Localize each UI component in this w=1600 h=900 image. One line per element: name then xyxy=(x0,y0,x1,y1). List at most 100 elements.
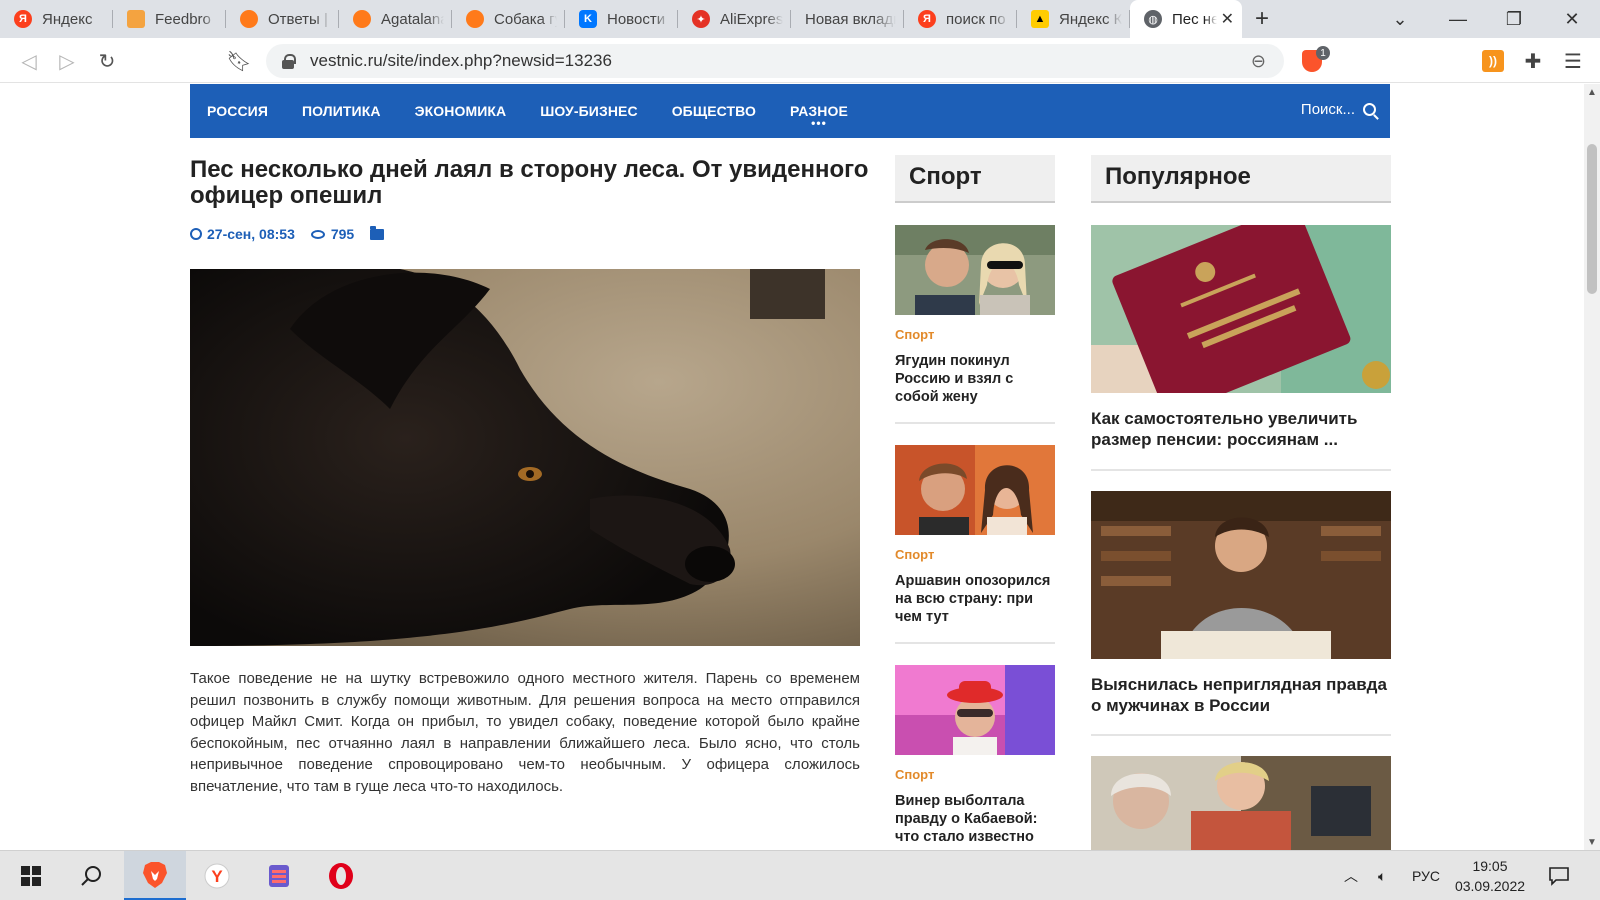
article-title: Пес несколько дней лаял в сторону леса. … xyxy=(190,156,869,209)
folder-icon[interactable] xyxy=(370,225,385,240)
action-center-button[interactable] xyxy=(1548,851,1570,900)
tab-new[interactable]: Новая вкладк xyxy=(791,0,904,38)
windows-icon xyxy=(21,866,41,886)
yandex-kartinki-icon: ▲ xyxy=(1031,10,1049,28)
brave-icon xyxy=(143,861,167,888)
taskbar-yandex-browser[interactable]: Y xyxy=(186,851,248,900)
search-icon xyxy=(81,866,101,886)
article-date: 27-сен, 08:53 xyxy=(207,226,295,242)
scroll-down-icon[interactable]: ▼ xyxy=(1584,834,1600,850)
clock-icon xyxy=(190,228,202,240)
popular-item[interactable]: Выяснилась неприглядная правда о мужчина… xyxy=(1091,491,1391,716)
sport-item[interactable]: Спорт Ягудин покинул Россию и взял с соб… xyxy=(895,225,1055,406)
rss-icon[interactable]: )) xyxy=(1482,50,1504,72)
sport-item-title[interactable]: Аршавин опозорился на всю страну: при че… xyxy=(895,572,1055,626)
sport-item-title[interactable]: Ягудин покинул Россию и взял с собой жен… xyxy=(895,352,1055,406)
vk-icon: K xyxy=(579,10,597,28)
back-button[interactable]: ◁ xyxy=(14,46,44,76)
new-tab-button[interactable]: + xyxy=(1242,0,1282,38)
sport-heading: Спорт xyxy=(895,155,1055,203)
popular-item-image[interactable] xyxy=(1091,491,1391,659)
tab-sobaka[interactable]: Собака гу xyxy=(452,0,565,38)
restore-button[interactable]: ❐ xyxy=(1486,0,1542,38)
tab-otvety[interactable]: Ответы | Г xyxy=(226,0,339,38)
zoom-icon[interactable]: ⊖ xyxy=(1251,51,1266,72)
taskbar-search-button[interactable] xyxy=(60,851,122,900)
popular-item[interactable] xyxy=(1091,756,1391,850)
scroll-up-icon[interactable]: ▲ xyxy=(1584,84,1600,100)
forward-button[interactable]: ▷ xyxy=(52,46,82,76)
popular-item[interactable]: Как самостоятельно увеличить размер пенс… xyxy=(1091,225,1391,450)
speaker-icon: 🔈︎ xyxy=(1378,867,1387,884)
page-scrollbar[interactable]: ▲ ▼ xyxy=(1584,84,1600,850)
popular-item-title[interactable]: Как самостоятельно увеличить размер пенс… xyxy=(1091,409,1391,450)
nav-ekonomika[interactable]: ЭКОНОМИКА xyxy=(415,103,507,119)
tab-yandex[interactable]: Я Яндекс xyxy=(0,0,113,38)
sport-item-category[interactable]: Спорт xyxy=(895,767,1055,782)
site-search-placeholder: Поиск... xyxy=(1300,101,1355,118)
address-bar[interactable]: vestnic.ru/site/index.php?newsid=13236 ⊖ xyxy=(266,44,1284,78)
tab-feedbro[interactable]: Feedbro xyxy=(113,0,226,38)
taskbar-notes-app[interactable] xyxy=(248,851,310,900)
scroll-thumb[interactable] xyxy=(1587,144,1597,294)
article-views: 795 xyxy=(330,226,355,242)
sport-item[interactable]: Спорт Аршавин опозорился на всю страну: … xyxy=(895,445,1055,626)
taskbar-opera[interactable] xyxy=(310,851,372,900)
bookmark-icon: 🔖︎ xyxy=(226,50,252,73)
eye-icon xyxy=(310,229,325,239)
tab-yandex-search[interactable]: Япоиск по xyxy=(904,0,1017,38)
sport-item-image[interactable] xyxy=(895,445,1055,535)
tab-agatalana[interactable]: Agatalana xyxy=(339,0,452,38)
yandex-icon: Я xyxy=(14,10,32,28)
popular-heading: Популярное xyxy=(1091,155,1391,203)
minimize-icon: — xyxy=(1449,8,1467,29)
windows-taskbar: Y ︿ 🔈︎ РУС 19:05 03.09.2022 xyxy=(0,850,1600,900)
bookmark-button[interactable]: 🔖︎ xyxy=(224,46,254,76)
volume-button[interactable]: 🔈︎ xyxy=(1378,851,1386,900)
popular-item-image[interactable] xyxy=(1091,756,1391,850)
taskbar-brave[interactable] xyxy=(124,851,186,900)
nav-raznoe[interactable]: РАЗНОЕ ••• xyxy=(790,103,848,129)
tab-yandex-kartinki[interactable]: ▲Яндекс Ка xyxy=(1017,0,1130,38)
feedbro-icon xyxy=(127,10,145,28)
nav-shou-biznes[interactable]: ШОУ-БИЗНЕС xyxy=(540,103,637,119)
language-indicator[interactable]: РУС xyxy=(1412,851,1440,900)
divider xyxy=(895,642,1055,644)
nav-obshchestvo[interactable]: ОБЩЕСТВО xyxy=(672,103,756,119)
divider xyxy=(1091,469,1391,471)
search-icon xyxy=(1363,103,1376,116)
reload-button[interactable]: ↻ xyxy=(92,46,122,76)
extensions-puzzle-icon[interactable]: ✚ xyxy=(1522,50,1544,73)
popular-item-title[interactable]: Выяснилась неприглядная правда о мужчина… xyxy=(1091,675,1391,716)
close-window-button[interactable]: ✕ xyxy=(1544,0,1600,38)
nav-rossiya[interactable]: РОССИЯ xyxy=(207,103,268,119)
sport-item-image[interactable] xyxy=(895,665,1055,755)
nav-politika[interactable]: ПОЛИТИКА xyxy=(302,103,381,119)
tab-aliexpress[interactable]: ✦AliExpress xyxy=(678,0,791,38)
yandex-browser-icon: Y xyxy=(204,863,230,889)
fox-icon xyxy=(466,10,484,28)
sport-item-title[interactable]: Винер выболтала правду о Кабаевой: что с… xyxy=(895,792,1055,846)
globe-icon: ◍ xyxy=(1144,10,1162,28)
tray-chevron[interactable]: ︿ xyxy=(1344,851,1358,900)
minimize-button[interactable]: — xyxy=(1430,0,1486,38)
start-button[interactable] xyxy=(0,851,62,900)
sport-item[interactable]: Спорт Винер выболтала правду о Кабаевой:… xyxy=(895,665,1055,846)
sport-item-category[interactable]: Спорт xyxy=(895,327,1055,342)
sport-item-image[interactable] xyxy=(895,225,1055,315)
article-hero-image xyxy=(190,269,860,646)
sport-item-category[interactable]: Спорт xyxy=(895,547,1055,562)
popular-item-image[interactable] xyxy=(1091,225,1391,393)
web-page: РОССИЯ ПОЛИТИКА ЭКОНОМИКА ШОУ-БИЗНЕС ОБЩ… xyxy=(0,84,1584,850)
site-nav-menu: РОССИЯ ПОЛИТИКА ЭКОНОМИКА ШОУ-БИЗНЕС ОБЩ… xyxy=(190,84,1390,138)
clock-date: 03.09.2022 xyxy=(1454,878,1526,894)
close-tab-icon[interactable]: ✕ xyxy=(1221,9,1234,29)
plus-icon: + xyxy=(1254,5,1269,32)
tab-active-article[interactable]: ◍ Пес не ✕ xyxy=(1130,0,1242,38)
tab-search-button[interactable]: ⌄ xyxy=(1372,0,1428,38)
taskbar-clock[interactable]: 19:05 03.09.2022 xyxy=(1440,856,1540,896)
site-search[interactable]: Поиск... xyxy=(1301,101,1376,118)
tab-novosti[interactable]: K Новости xyxy=(565,0,678,38)
tab-strip: ЯЯндекс Feedbro Ответы | Г Agatalana Соб… xyxy=(0,0,1600,38)
menu-icon[interactable]: ☰ xyxy=(1562,50,1584,73)
